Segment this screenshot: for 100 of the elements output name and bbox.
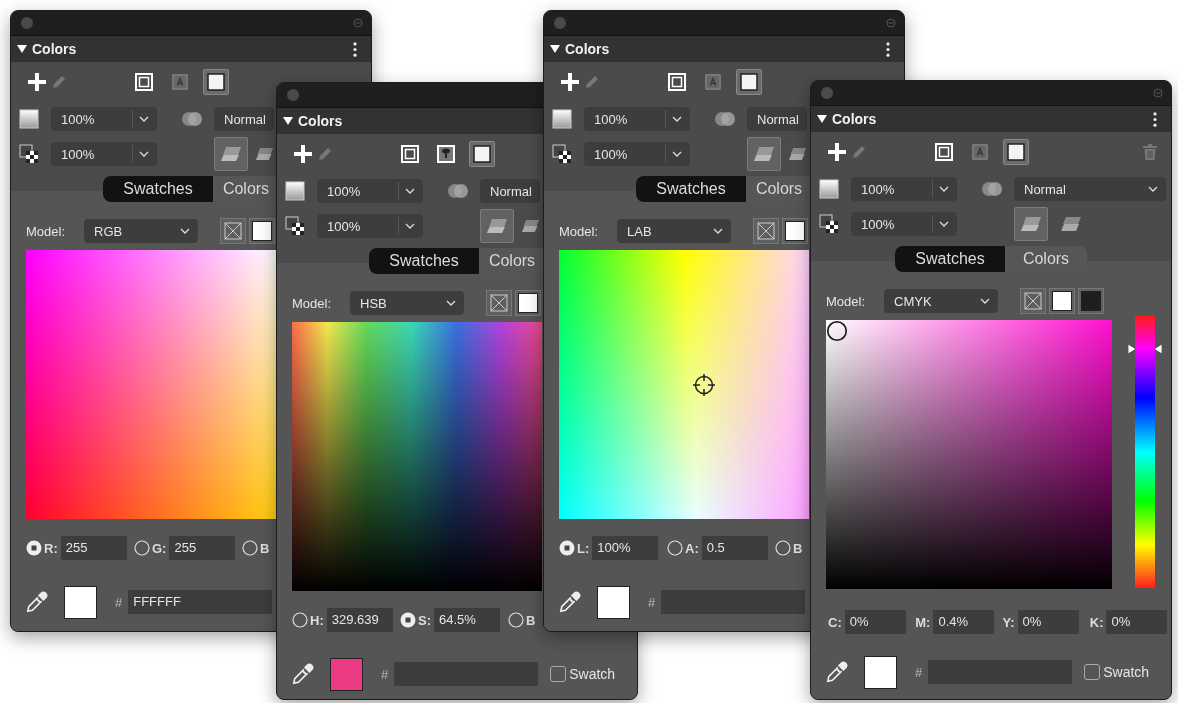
model-dropdown[interactable]: LAB [617, 219, 731, 243]
opacity-dropdown[interactable]: 100% [317, 214, 423, 238]
radio-button[interactable] [292, 612, 308, 628]
swatch-button[interactable] [1049, 288, 1075, 314]
segment-tab[interactable]: Swatches [895, 246, 1005, 272]
radio-button[interactable] [242, 540, 258, 556]
layer-mode-button[interactable] [214, 137, 248, 171]
blend-mode-dropdown[interactable]: Normal [214, 107, 274, 131]
checkbox-label: Swatch [1103, 664, 1150, 680]
no-color-button[interactable] [220, 218, 246, 244]
segment-tab[interactable]: Swatches [369, 248, 479, 274]
add-button[interactable] [294, 145, 312, 163]
plus-icon [828, 143, 846, 161]
add-button[interactable] [561, 73, 579, 91]
color-field[interactable] [826, 320, 1112, 589]
current-color-swatch[interactable] [330, 657, 363, 691]
opacity-dropdown[interactable]: 100% [851, 212, 957, 236]
hex-field[interactable]: FFFFFF [128, 590, 273, 614]
model-dropdown[interactable]: HSB [350, 291, 464, 315]
radio-button[interactable] [134, 540, 150, 556]
color-field[interactable] [292, 322, 542, 591]
radio-button[interactable] [667, 540, 683, 556]
radio-button[interactable] [559, 540, 575, 556]
more-icon[interactable] [1153, 111, 1157, 127]
swatch-button[interactable] [249, 218, 275, 244]
no-color-button[interactable] [753, 218, 779, 244]
opacity-dropdown[interactable]: 100% [584, 107, 690, 131]
no-color-button[interactable] [1020, 288, 1046, 314]
opacity-dropdown[interactable]: 100% [51, 142, 157, 166]
channel-field[interactable]: 255 [60, 536, 127, 560]
parallelogram-icon [1020, 216, 1042, 232]
channel-label: L: [577, 540, 590, 556]
add-button[interactable] [828, 143, 846, 161]
channel-label: M: [915, 614, 931, 630]
hex-field[interactable] [928, 660, 1073, 684]
checkbox[interactable] [550, 666, 567, 682]
radio-button[interactable] [400, 612, 416, 628]
more-icon[interactable] [353, 41, 357, 57]
layer-mode-button[interactable] [747, 137, 781, 171]
layer-mode-button[interactable] [480, 209, 514, 243]
channel-field[interactable]: 100% [592, 536, 659, 560]
blend-mode-dropdown[interactable]: Normal [747, 107, 807, 131]
add-button[interactable] [28, 73, 46, 91]
blend-mode-dropdown[interactable]: Normal [1014, 177, 1166, 201]
disclosure-triangle-icon[interactable] [550, 44, 560, 54]
channel-field[interactable]: 255 [169, 536, 236, 560]
no-color-button[interactable] [486, 290, 512, 316]
channel-label: H: [310, 612, 324, 628]
channel-field[interactable]: 329.639 [326, 608, 393, 632]
opacity-dropdown[interactable]: 100% [317, 179, 423, 203]
hex-label: # [381, 666, 389, 682]
target-button[interactable] [469, 141, 495, 167]
more-icon[interactable] [886, 41, 890, 57]
picker-handle[interactable] [826, 320, 848, 342]
channel-field[interactable]: 0% [1106, 610, 1168, 634]
radio-button[interactable] [775, 540, 791, 556]
eyedropper-icon[interactable] [826, 661, 848, 683]
checkbox[interactable] [1084, 664, 1101, 680]
channel-field[interactable]: 0.5 [701, 536, 768, 560]
current-color-swatch[interactable] [597, 585, 630, 619]
panel-title: Colors [32, 41, 77, 57]
segment-tab[interactable]: Swatches [636, 176, 746, 202]
model-label: Model: [559, 223, 600, 239]
hex-field[interactable] [394, 662, 539, 686]
eyedropper-icon[interactable] [559, 591, 581, 613]
current-color-swatch[interactable] [864, 655, 897, 689]
opacity-dropdown[interactable]: 100% [584, 142, 690, 166]
disclosure-triangle-icon[interactable] [17, 44, 27, 54]
swatch-button[interactable] [515, 290, 541, 316]
current-color-swatch[interactable] [64, 585, 97, 619]
opacity-dropdown[interactable]: 100% [51, 107, 157, 131]
radio-button[interactable] [508, 612, 524, 628]
chevron-icon [139, 116, 149, 122]
target-button[interactable] [736, 69, 762, 95]
swatch-button[interactable] [782, 218, 808, 244]
disclosure-triangle-icon[interactable] [283, 116, 293, 126]
channel-label: B [793, 540, 803, 556]
hex-field[interactable] [661, 590, 806, 614]
target-button[interactable] [203, 69, 229, 95]
blend-mode-dropdown[interactable]: Normal [480, 179, 540, 203]
layer-mode-button[interactable] [1014, 207, 1048, 241]
channel-field[interactable]: 0% [1017, 610, 1079, 634]
crosshair-icon[interactable] [693, 374, 715, 396]
opacity-dropdown[interactable]: 100% [851, 177, 957, 201]
eyedropper-icon[interactable] [26, 591, 48, 613]
channel-field[interactable]: 0% [844, 610, 906, 634]
model-dropdown[interactable]: CMYK [884, 289, 998, 313]
target-button[interactable] [1003, 139, 1029, 165]
segment-tab[interactable]: Swatches [103, 176, 213, 202]
panel-title: Colors [832, 111, 877, 127]
swatch-button[interactable] [1078, 288, 1104, 314]
radio-button[interactable] [26, 540, 42, 556]
stacked-layers-icon [521, 218, 540, 234]
slider-handle[interactable] [1128, 342, 1162, 355]
hue-slider[interactable] [1128, 316, 1162, 588]
eyedropper-icon[interactable] [292, 663, 314, 685]
model-dropdown[interactable]: RGB [84, 219, 198, 243]
channel-field[interactable]: 0.4% [933, 610, 995, 634]
channel-field[interactable]: 64.5% [434, 608, 500, 632]
disclosure-triangle-icon[interactable] [817, 114, 827, 124]
